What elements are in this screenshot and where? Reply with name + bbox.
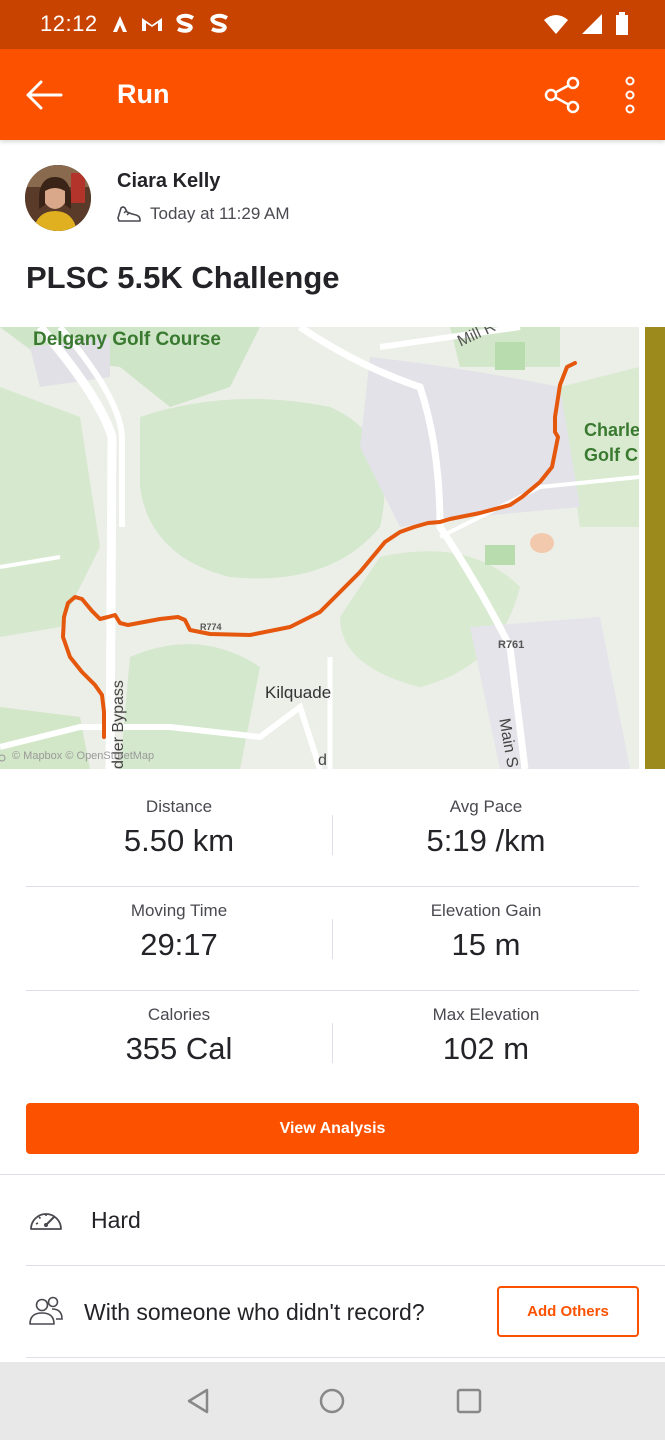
stat-row: Moving Time 29:17 Elevation Gain 15 m [26, 887, 639, 991]
activity-meta: Today at 11:29 AM [116, 204, 290, 224]
activity-title: PLSC 5.5K Challenge [26, 260, 340, 295]
more-vertical-icon [625, 76, 635, 114]
stat-label: Avg Pace [449, 797, 523, 816]
divider [26, 1265, 665, 1266]
system-nav-bar [0, 1362, 665, 1440]
s-app-icon [176, 13, 194, 33]
map-attribution: © Mapbox © OpenStreetMap [12, 750, 155, 762]
stat-row: Calories 355 Cal Max Elevation 102 m [26, 991, 639, 1095]
nav-recents-icon [456, 1388, 482, 1414]
nav-home-button[interactable] [312, 1381, 352, 1421]
map-label-charle: Charle [584, 420, 639, 440]
next-photo-preview[interactable] [645, 327, 665, 769]
s-app-icon [210, 13, 228, 33]
stat-label: Max Elevation [432, 1005, 540, 1024]
share-button[interactable] [538, 73, 586, 117]
stat-elevation-gain: Elevation Gain 15 m [333, 901, 639, 963]
shoe-icon [117, 206, 141, 222]
battery-icon [616, 12, 628, 35]
nav-back-button[interactable] [178, 1383, 218, 1419]
activity-time: Today at 11:29 AM [150, 204, 290, 223]
nav-recents-button[interactable] [449, 1381, 489, 1421]
divider [0, 1174, 665, 1175]
stat-value: 102 m [442, 1031, 530, 1066]
stat-label: Calories [147, 1005, 211, 1024]
stat-max-elevation: Max Elevation 102 m [333, 1005, 639, 1067]
stat-value: 355 Cal [125, 1031, 233, 1066]
arrow-left-icon [26, 80, 63, 110]
nav-back-icon [187, 1388, 209, 1414]
system-icons [543, 12, 629, 36]
add-others-button[interactable]: Add Others [497, 1286, 639, 1337]
people-icon-wrap [26, 1291, 66, 1331]
stat-label: Moving Time [130, 901, 228, 920]
map-label-r761: R761 [498, 639, 525, 651]
more-options-button[interactable] [612, 73, 648, 117]
gmail-icon [142, 18, 162, 31]
wifi-icon [544, 15, 568, 34]
signal-icon [582, 14, 602, 34]
perceived-exertion-icon-wrap [26, 1200, 66, 1240]
nav-home-icon [319, 1388, 345, 1414]
add-others-prompt: With someone who didn't record? [84, 1299, 425, 1325]
status-bar: 12:12 [0, 0, 665, 49]
stat-label: Elevation Gain [430, 901, 542, 920]
stat-distance: Distance 5.50 km [26, 797, 332, 859]
athlete-name[interactable]: Ciara Kelly [117, 170, 220, 193]
page-title: Run [117, 79, 170, 109]
stat-value: 15 m [451, 927, 521, 962]
stat-calories: Calories 355 Cal [26, 1005, 332, 1067]
status-time: 12:12 [40, 11, 98, 36]
stats-grid: Distance 5.50 km Avg Pace 5:19 /km Movin… [26, 783, 639, 1095]
stat-moving-time: Moving Time 29:17 [26, 901, 332, 963]
route-map[interactable]: Delgany Golf Course Mill R Charle Golf C… [0, 327, 639, 769]
stat-avg-pace: Avg Pace 5:19 /km [333, 797, 639, 859]
back-button[interactable] [22, 75, 66, 115]
map-label-golf-c: Golf C [584, 445, 638, 465]
divider [26, 1357, 665, 1358]
view-analysis-button[interactable]: View Analysis [26, 1103, 639, 1154]
map-label-golf-course: Delgany Golf Course [33, 329, 221, 350]
people-icon [29, 1296, 63, 1325]
stat-value: 5.50 km [123, 823, 235, 858]
map-label-r774: R774 [200, 622, 222, 632]
share-icon [544, 76, 580, 114]
stat-value: 5:19 /km [426, 823, 546, 858]
stat-label: Distance [145, 797, 213, 816]
notification-icons [110, 12, 232, 36]
map-label-kilquade: Kilquade [265, 683, 332, 702]
gauge-icon [30, 1213, 62, 1230]
stat-row: Distance 5.50 km Avg Pace 5:19 /km [26, 783, 639, 887]
perceived-exertion-label[interactable]: Hard [91, 1207, 141, 1234]
strava-notification-icon [113, 16, 127, 32]
avatar[interactable] [25, 165, 91, 231]
stat-value: 29:17 [140, 927, 218, 962]
app-bar: Run [0, 49, 665, 140]
map-label-road-d: d [318, 752, 327, 769]
